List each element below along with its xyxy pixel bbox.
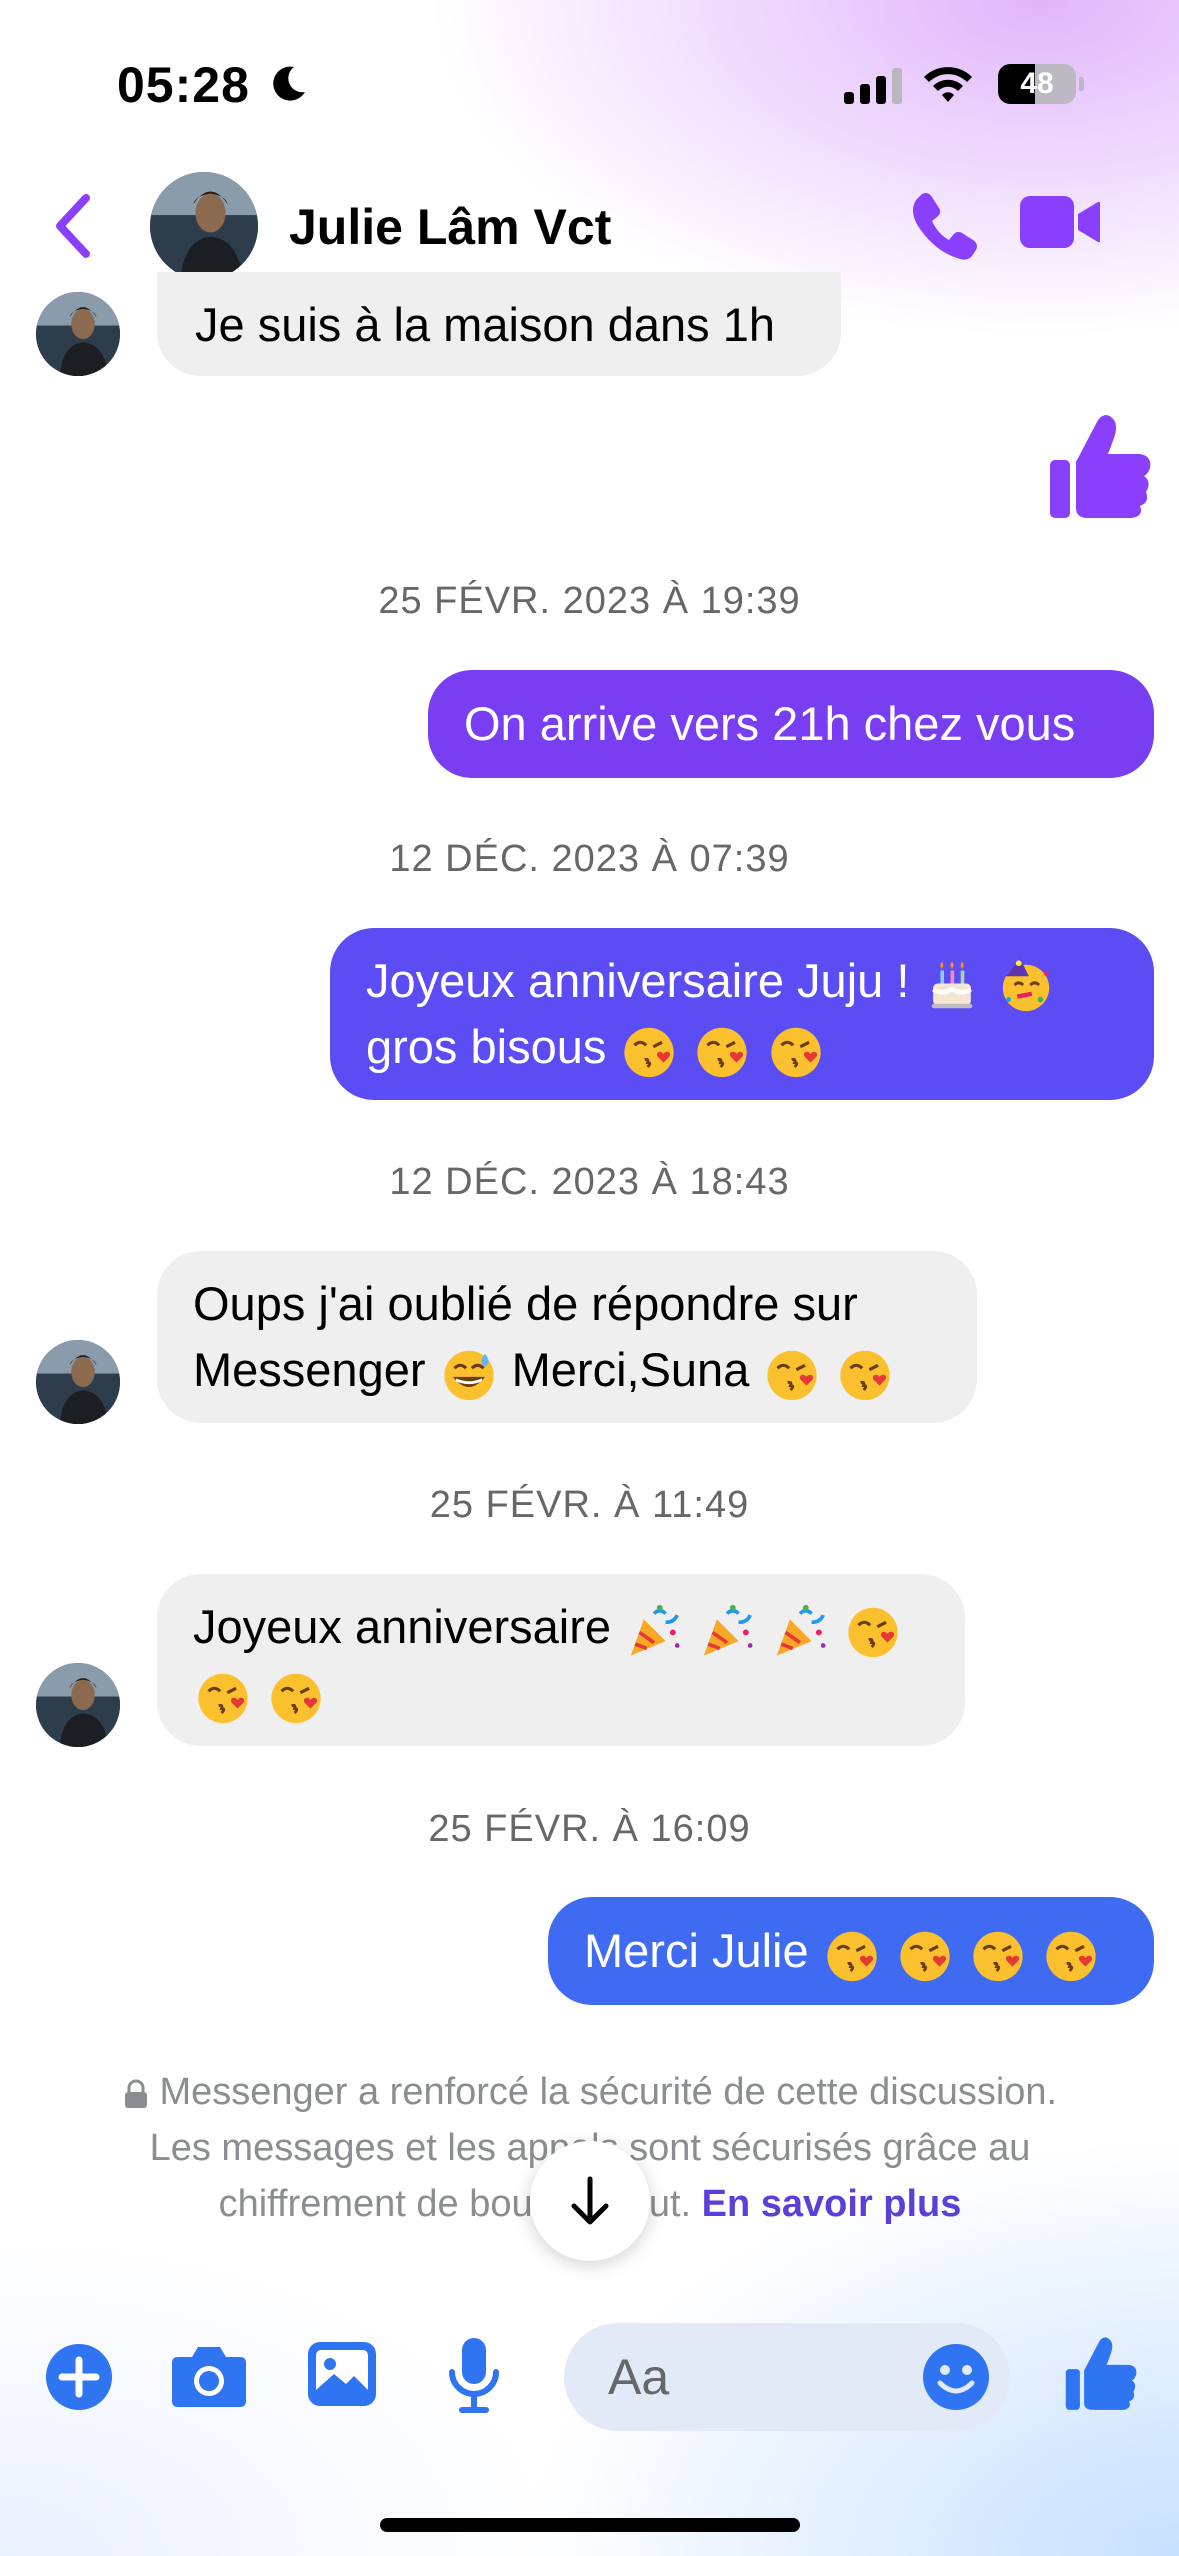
plus-icon[interactable] xyxy=(44,2342,114,2412)
message-text: Je suis à la maison dans 1h xyxy=(195,298,775,351)
party-popper-emoji xyxy=(625,1602,683,1660)
timestamp-divider: 12 DÉC. 2023 À 07:39 xyxy=(389,838,790,880)
message-input-placeholder: Aa xyxy=(608,2349,670,2405)
grinning-sweat-emoji xyxy=(440,1345,498,1403)
gallery-icon[interactable] xyxy=(306,2340,378,2408)
smiley-icon[interactable] xyxy=(920,2341,992,2413)
message-bubble-incoming[interactable]: Je suis à la maison dans 1h xyxy=(157,272,841,376)
message-bubble-incoming[interactable]: Oups j'ai oublié de répondre sur Messeng… xyxy=(157,1251,977,1423)
message-input[interactable]: Aa xyxy=(564,2323,1010,2431)
birthday-cake-emoji xyxy=(923,956,981,1014)
home-indicator xyxy=(380,2518,800,2532)
status-time: 05:28 xyxy=(117,57,250,113)
message-text: Merci Julie xyxy=(584,1924,809,1977)
kiss-emoji xyxy=(194,1668,252,1726)
kiss-emoji xyxy=(896,1926,954,1984)
sender-avatar[interactable] xyxy=(36,1340,120,1424)
camera-icon[interactable] xyxy=(170,2343,248,2409)
message-text: Oups j'ai oublié de répondre sur xyxy=(193,1277,858,1330)
contact-avatar[interactable] xyxy=(150,172,258,280)
thumbs-up-icon[interactable] xyxy=(1046,412,1154,522)
partying-face-emoji xyxy=(997,956,1055,1014)
message-bubble-outgoing[interactable]: Joyeux anniversaire Juju ! gros bisous xyxy=(330,928,1154,1100)
sender-avatar[interactable] xyxy=(36,292,120,376)
sender-avatar[interactable] xyxy=(36,1663,120,1747)
kiss-emoji xyxy=(767,1022,825,1080)
lock-icon xyxy=(124,2079,147,2108)
battery-level: 48 xyxy=(1020,67,1054,100)
message-bubble-outgoing[interactable]: On arrive vers 21h chez vous xyxy=(428,670,1154,778)
message-text: On arrive vers 21h chez vous xyxy=(464,697,1076,750)
timestamp-divider: 12 DÉC. 2023 À 18:43 xyxy=(389,1161,790,1203)
kiss-emoji xyxy=(763,1345,821,1403)
messenger-conversation: 05:28 48 Julie Lâm Vct Je suis à la mais… xyxy=(0,0,1179,2556)
contact-name[interactable]: Julie Lâm Vct xyxy=(289,198,611,256)
message-text: Messenger xyxy=(193,1343,426,1396)
thumbs-up-icon[interactable] xyxy=(1063,2334,1139,2414)
phone-icon[interactable] xyxy=(908,188,980,260)
party-popper-emoji xyxy=(698,1602,756,1660)
battery-tip xyxy=(1079,77,1084,91)
message-text: Joyeux anniversaire Juju ! xyxy=(366,954,910,1007)
kiss-emoji xyxy=(844,1602,902,1660)
kiss-emoji xyxy=(969,1926,1027,1984)
message-text: Merci,Suna xyxy=(511,1343,750,1396)
moon-icon xyxy=(273,66,305,101)
kiss-emoji xyxy=(823,1926,881,1984)
timestamp-divider: 25 FÉVR. À 16:09 xyxy=(428,1808,751,1850)
kiss-emoji xyxy=(693,1022,751,1080)
kiss-emoji xyxy=(836,1345,894,1403)
message-bubble-incoming[interactable]: Joyeux anniversaire xyxy=(157,1574,965,1746)
back-chevron-icon[interactable] xyxy=(50,190,94,262)
learn-more-link[interactable]: En savoir plus xyxy=(702,2183,962,2225)
kiss-emoji xyxy=(267,1668,325,1726)
party-popper-emoji xyxy=(771,1602,829,1660)
signal-icon xyxy=(844,68,902,104)
scroll-to-bottom-button[interactable] xyxy=(530,2141,650,2261)
message-text: gros bisous xyxy=(366,1020,607,1073)
arrow-down-icon xyxy=(571,2176,609,2225)
video-camera-icon[interactable] xyxy=(1020,194,1100,250)
kiss-emoji xyxy=(1042,1926,1100,1984)
message-text: Joyeux anniversaire xyxy=(193,1600,611,1653)
wifi-icon xyxy=(924,67,972,102)
kiss-emoji xyxy=(620,1022,678,1080)
timestamp-divider: 25 FÉVR. À 11:49 xyxy=(429,1484,750,1526)
timestamp-divider: 25 FÉVR. 2023 À 19:39 xyxy=(378,580,801,622)
notice-line: Messenger a renforcé la sécurité de cett… xyxy=(159,2071,1058,2113)
message-bubble-outgoing[interactable]: Merci Julie xyxy=(548,1897,1154,2005)
battery-icon: 48 xyxy=(998,64,1076,104)
microphone-icon[interactable] xyxy=(446,2336,502,2416)
